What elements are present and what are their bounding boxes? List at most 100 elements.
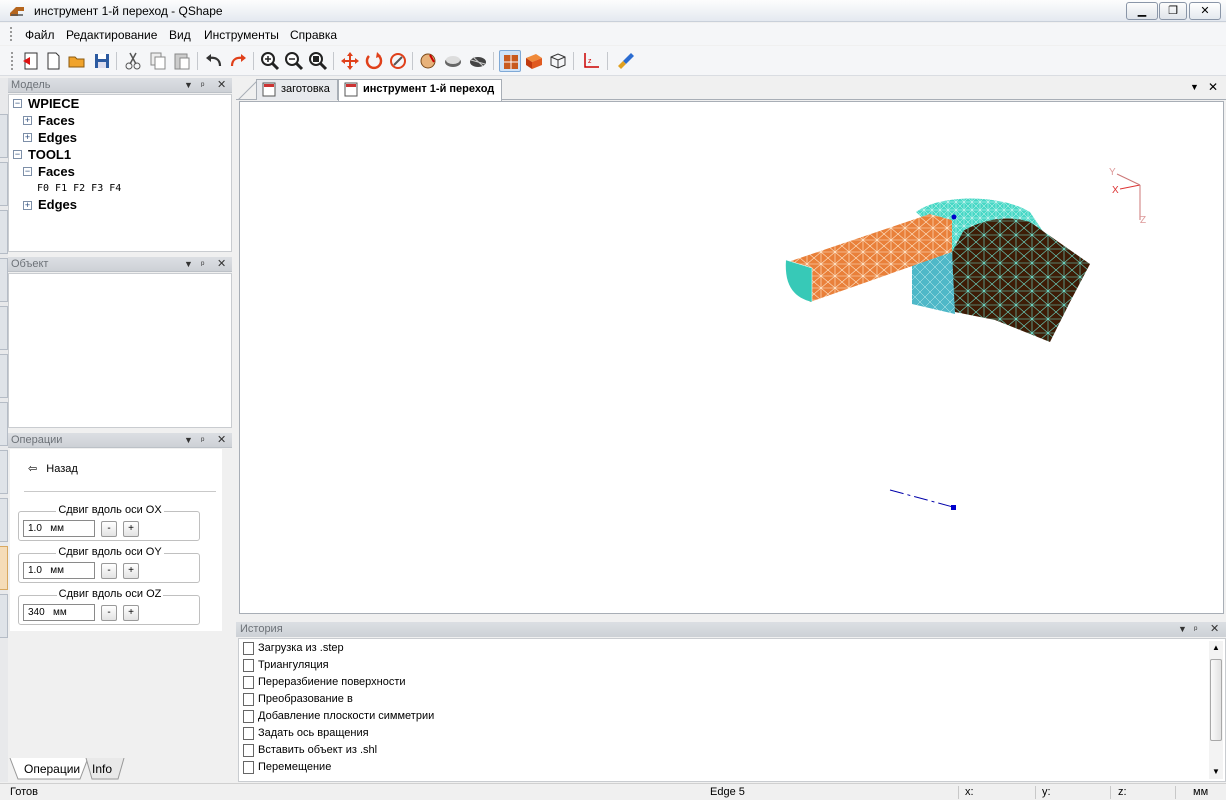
scroll-down-icon[interactable]: ▼ [1212, 767, 1220, 776]
minimize-button[interactable]: ▁ [1126, 2, 1158, 20]
menu-tools[interactable]: Инструменты [204, 28, 279, 42]
dock-tab[interactable] [0, 162, 8, 206]
expand-icon[interactable]: + [23, 133, 32, 142]
copy-icon[interactable] [147, 50, 169, 72]
history-scrollbar[interactable]: ▲ ▼ [1209, 641, 1223, 779]
panel-close-icon[interactable]: ✕ [217, 78, 226, 93]
zoom-in-icon[interactable] [259, 50, 281, 72]
move-icon[interactable] [339, 50, 361, 72]
tab-info[interactable]: Info [92, 758, 112, 780]
scroll-up-icon[interactable]: ▲ [1212, 643, 1220, 652]
shift-oy-input[interactable]: 1.0 мм [23, 562, 95, 579]
panel-pin-icon[interactable]: ᵖ [1194, 622, 1197, 637]
tree-face-list[interactable]: F0 F1 F2 F3 F4 [37, 183, 121, 194]
dock-tab[interactable] [0, 114, 8, 158]
panel-menu-icon[interactable]: ▼ [184, 257, 193, 272]
brush-icon[interactable] [615, 50, 637, 72]
tab-workpiece[interactable]: заготовка [256, 79, 338, 100]
tree-node-tool1[interactable]: TOOL1 [28, 147, 71, 162]
dock-tab[interactable] [0, 354, 8, 398]
zoom-fit-icon[interactable] [307, 50, 329, 72]
panel-pin-icon[interactable]: ᵖ [201, 433, 204, 448]
menu-edit[interactable]: Редактирование [66, 28, 157, 42]
list-item[interactable]: Задать ось вращения [243, 725, 369, 742]
mesh-model[interactable] [785, 198, 1090, 343]
measure-icon[interactable] [418, 50, 440, 72]
rotate-icon[interactable] [363, 50, 385, 72]
tree-node-tool1-faces[interactable]: Faces [38, 164, 75, 179]
panel-close-icon[interactable]: ✕ [1210, 622, 1219, 637]
undo-icon[interactable] [203, 50, 225, 72]
maximize-button[interactable]: ❐ [1159, 2, 1187, 20]
panel-menu-icon[interactable]: ▼ [1178, 622, 1187, 637]
panel-menu-icon[interactable]: ▼ [184, 433, 193, 448]
surface-icon[interactable] [442, 50, 464, 72]
panel-close-icon[interactable]: ✕ [217, 433, 226, 448]
3d-model-view[interactable]: X Y Z [240, 102, 1225, 615]
menu-file[interactable]: Файл [25, 28, 55, 42]
wireframe-view-icon[interactable] [547, 50, 569, 72]
redo-icon[interactable] [227, 50, 249, 72]
new-document-icon[interactable] [42, 50, 64, 72]
solid-view-icon[interactable] [523, 50, 545, 72]
dock-tab[interactable] [0, 258, 8, 302]
close-button[interactable]: ✕ [1189, 2, 1221, 20]
panel-pin-icon[interactable]: ᵖ [201, 78, 204, 93]
tree-node-tool1-edges[interactable]: Edges [38, 197, 77, 212]
dock-tab[interactable] [0, 450, 8, 494]
shaded-view-icon[interactable] [499, 50, 521, 72]
tree-node-wpiece-edges[interactable]: Edges [38, 130, 77, 145]
list-item[interactable]: Вставить объект из .shl [243, 742, 377, 759]
expand-icon[interactable]: + [23, 116, 32, 125]
paste-icon[interactable] [171, 50, 193, 72]
collapse-icon[interactable]: − [23, 167, 32, 176]
dock-tab[interactable] [0, 498, 8, 542]
expand-icon[interactable]: + [23, 201, 32, 210]
list-item[interactable]: Перемещение [243, 759, 331, 776]
dock-tab[interactable] [0, 402, 8, 446]
panel-close-icon[interactable]: ✕ [217, 257, 226, 272]
rotate-view-icon[interactable] [387, 50, 409, 72]
zoom-out-icon[interactable] [283, 50, 305, 72]
save-icon[interactable] [91, 50, 113, 72]
shift-ox-minus-button[interactable]: - [101, 521, 117, 537]
shift-ox-input[interactable]: 1.0 мм [23, 520, 95, 537]
tab-tool-first-pass[interactable]: инструмент 1-й переход [338, 79, 502, 101]
scroll-thumb[interactable] [1210, 659, 1222, 741]
collapse-icon[interactable]: − [13, 150, 22, 159]
exit-icon[interactable] [20, 50, 42, 72]
shift-ox-plus-button[interactable]: + [123, 521, 139, 537]
tree-node-wpiece[interactable]: WPIECE [28, 96, 79, 111]
open-folder-icon[interactable] [66, 50, 88, 72]
panel-menu-icon[interactable]: ▼ [184, 78, 193, 93]
list-item[interactable]: Преобразование в [243, 691, 353, 708]
collapse-icon[interactable]: − [13, 99, 22, 108]
shift-oz-input[interactable]: 340 мм [23, 604, 95, 621]
dock-tab[interactable] [0, 210, 8, 254]
list-item[interactable]: Добавление плоскости симметрии [243, 708, 434, 725]
tree-node-wpiece-faces[interactable]: Faces [38, 113, 75, 128]
list-item[interactable]: Переразбиение поверхности [243, 674, 406, 691]
3d-viewport[interactable]: X Y Z [239, 101, 1224, 614]
tab-close-icon[interactable]: ✕ [1208, 80, 1218, 94]
list-item[interactable]: Триангуляция [243, 657, 329, 674]
shift-oy-plus-button[interactable]: + [123, 563, 139, 579]
dock-tab-active[interactable] [0, 546, 8, 590]
tab-operations[interactable]: Операции [24, 758, 80, 780]
list-item[interactable]: Загрузка из .step [243, 640, 344, 657]
surface-mesh-icon[interactable] [467, 50, 489, 72]
rotation-axis[interactable] [889, 489, 956, 510]
cut-icon[interactable] [122, 50, 144, 72]
shift-oz-plus-button[interactable]: + [123, 605, 139, 621]
back-button[interactable]: ⇦ Назад [28, 462, 78, 475]
shift-oz-minus-button[interactable]: - [101, 605, 117, 621]
menu-help[interactable]: Справка [290, 28, 337, 42]
dock-tab[interactable] [0, 306, 8, 350]
shift-oy-minus-button[interactable]: - [101, 563, 117, 579]
dock-tab[interactable] [0, 594, 8, 638]
axes-icon[interactable]: z [580, 50, 602, 72]
tabs-menu-icon[interactable]: ▼ [1190, 82, 1199, 92]
menu-view[interactable]: Вид [169, 28, 191, 42]
document-icon [243, 744, 254, 757]
panel-pin-icon[interactable]: ᵖ [201, 257, 204, 272]
